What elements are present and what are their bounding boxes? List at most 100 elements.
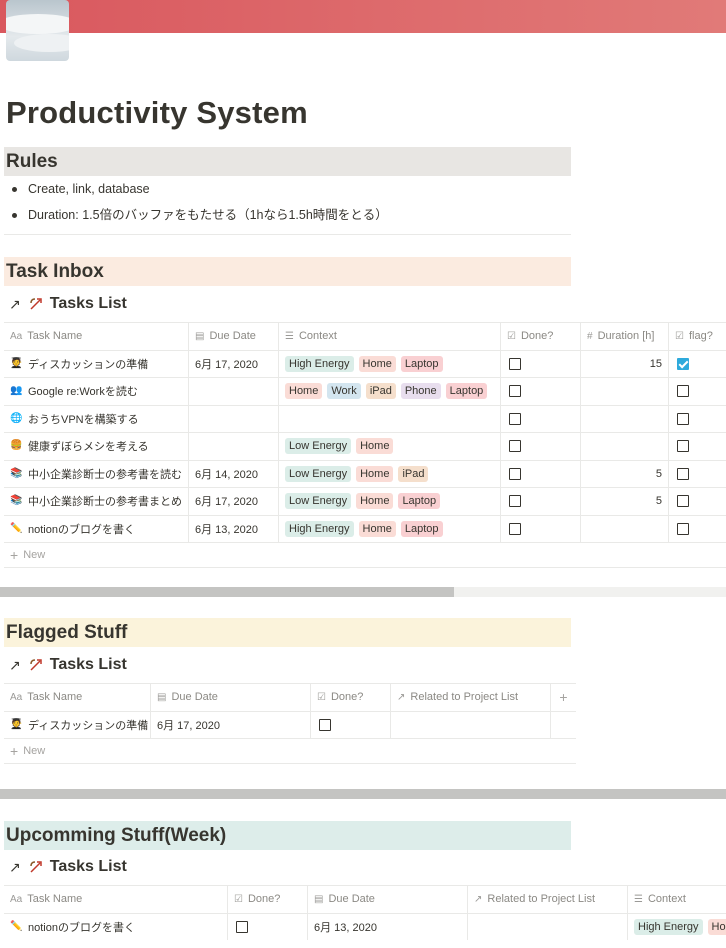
context-tag[interactable]: Home bbox=[356, 493, 394, 510]
due-date-cell[interactable] bbox=[189, 405, 279, 432]
horizontal-scrollbar[interactable] bbox=[0, 789, 726, 799]
flag-cell[interactable] bbox=[669, 378, 726, 405]
column-header-done[interactable]: ☑ Done? bbox=[228, 886, 308, 913]
duration-cell[interactable]: 15 bbox=[581, 350, 669, 377]
inbox-db-title[interactable]: ↗ Tasks List bbox=[9, 295, 127, 313]
context-tag[interactable]: iPad bbox=[398, 465, 429, 482]
flag-checkbox[interactable] bbox=[677, 412, 689, 425]
clouds-icon[interactable] bbox=[6, 0, 69, 61]
task-name-cell[interactable]: 📚 中小企業診断士の参考書を読む bbox=[4, 460, 189, 487]
context-tag[interactable]: Laptop bbox=[400, 355, 443, 372]
table-row[interactable]: 📚 中小企業診断士の参考書を読む 6月 14, 2020 Low Energy Home… bbox=[4, 460, 726, 488]
context-tag[interactable]: Work bbox=[327, 383, 361, 400]
due-date-cell[interactable] bbox=[189, 433, 279, 460]
done-checkbox[interactable] bbox=[509, 412, 521, 425]
done-checkbox[interactable] bbox=[509, 385, 521, 398]
flagged-db-title[interactable]: ↗ Tasks List bbox=[9, 656, 127, 674]
new-row-button[interactable]: + New bbox=[4, 739, 576, 764]
table-row[interactable]: 🧑‍🎓 ディスカッションの準備 6月 17, 2020 High Energy Home… bbox=[4, 350, 726, 378]
flag-checkbox[interactable] bbox=[677, 467, 689, 480]
context-cell[interactable]: Low Energy Home Laptop bbox=[279, 488, 501, 515]
column-header-done[interactable]: ☑ Done? bbox=[501, 323, 581, 350]
new-row-button[interactable]: + New bbox=[4, 543, 726, 568]
column-header-related[interactable]: ↗ Related to Project List bbox=[468, 886, 628, 913]
horizontal-scrollbar[interactable] bbox=[0, 587, 726, 597]
due-date-cell[interactable]: 6月 13, 2020 bbox=[189, 515, 279, 542]
add-column-button[interactable]: + bbox=[551, 684, 576, 711]
column-header-task-name[interactable]: Aa Task Name bbox=[4, 684, 151, 711]
done-cell[interactable] bbox=[501, 378, 581, 405]
context-tag[interactable]: Home bbox=[707, 918, 726, 935]
page-cover[interactable] bbox=[0, 0, 726, 33]
rules-heading[interactable]: Rules bbox=[4, 147, 571, 176]
context-tag[interactable]: Low Energy bbox=[285, 493, 352, 510]
flag-checkbox[interactable] bbox=[677, 495, 689, 508]
context-tag[interactable]: Low Energy bbox=[285, 438, 352, 455]
column-header-task-name[interactable]: Aa Task Name bbox=[4, 886, 228, 913]
context-tag[interactable]: Laptop bbox=[445, 383, 488, 400]
done-checkbox[interactable] bbox=[236, 920, 248, 933]
done-cell[interactable] bbox=[501, 515, 581, 542]
context-cell[interactable]: Home Work iPad Phone Laptop bbox=[279, 378, 501, 405]
done-checkbox[interactable] bbox=[319, 718, 331, 731]
context-cell[interactable]: High Energy Home Laptop bbox=[279, 350, 501, 377]
done-cell[interactable] bbox=[501, 350, 581, 377]
upcoming-db-title[interactable]: ↗ Tasks List bbox=[9, 858, 127, 876]
column-header-flag[interactable]: ☑ flag? bbox=[669, 323, 726, 350]
context-cell[interactable]: High Energy Home Laptop bbox=[279, 515, 501, 542]
task-name-cell[interactable]: 📚 中小企業診断士の参考書まとめ bbox=[4, 488, 189, 515]
context-tag[interactable]: High Energy bbox=[285, 355, 354, 372]
related-cell[interactable] bbox=[468, 913, 628, 940]
table-row[interactable]: 📚 中小企業診断士の参考書まとめ 6月 17, 2020 Low Energy Home… bbox=[4, 488, 726, 516]
duration-cell[interactable] bbox=[581, 405, 669, 432]
context-tag[interactable]: High Energy bbox=[285, 520, 354, 537]
table-row[interactable]: ✏️ notionのブログを書く 6月 13, 2020 High Energy Hom… bbox=[4, 515, 726, 543]
flag-checkbox[interactable] bbox=[677, 357, 689, 370]
duration-cell[interactable]: 5 bbox=[581, 460, 669, 487]
table-row[interactable]: 🧑‍🎓 ディスカッションの準備 6月 17, 2020 bbox=[4, 711, 576, 739]
flag-cell[interactable] bbox=[669, 406, 726, 433]
context-tag[interactable]: Home bbox=[358, 355, 396, 372]
context-tag[interactable]: Home bbox=[356, 465, 394, 482]
upcoming-heading[interactable]: Upcomming Stuff(Week) bbox=[4, 821, 571, 850]
done-cell[interactable] bbox=[501, 488, 581, 515]
due-date-cell[interactable] bbox=[189, 378, 279, 405]
task-name-cell[interactable]: ✏️ notionのブログを書く bbox=[4, 913, 228, 940]
task-name-cell[interactable]: 🧑‍🎓 ディスカッションの準備 bbox=[4, 350, 189, 377]
duration-cell[interactable] bbox=[581, 378, 669, 405]
inbox-heading[interactable]: Task Inbox bbox=[4, 257, 571, 286]
column-header-done[interactable]: ☑ Done? bbox=[311, 684, 391, 711]
done-cell[interactable] bbox=[228, 913, 308, 940]
flag-checkbox[interactable] bbox=[677, 385, 689, 398]
flag-cell[interactable] bbox=[669, 461, 726, 488]
column-header-task-name[interactable]: Aa Task Name bbox=[4, 323, 189, 350]
flag-checkbox[interactable] bbox=[677, 522, 689, 535]
column-header-due-date[interactable]: ▤ Due Date bbox=[189, 323, 279, 350]
context-cell[interactable] bbox=[279, 405, 501, 432]
context-tag[interactable]: iPad bbox=[365, 383, 396, 400]
context-tag[interactable]: Laptop bbox=[400, 520, 443, 537]
done-checkbox[interactable] bbox=[509, 467, 521, 480]
context-tag[interactable]: Phone bbox=[400, 383, 441, 400]
task-name-cell[interactable]: 🍔 健康ずぼらメシを考える bbox=[4, 433, 189, 460]
column-header-context[interactable]: ☰ Context bbox=[628, 886, 726, 913]
context-tag[interactable]: Home bbox=[358, 520, 396, 537]
done-checkbox[interactable] bbox=[509, 495, 521, 508]
context-cell[interactable]: Low Energy Home iPad bbox=[279, 460, 501, 487]
duration-cell[interactable] bbox=[581, 515, 669, 542]
context-tag[interactable]: High Energy bbox=[634, 918, 703, 935]
table-row[interactable]: ✏️ notionのブログを書く 6月 13, 2020 High Energy H… bbox=[4, 913, 726, 940]
rule-bullet[interactable]: Duration: 1.5倍のバッファをもたせる（1hなら1.5h時間をとる） bbox=[12, 207, 572, 233]
due-date-cell[interactable]: 6月 13, 2020 bbox=[308, 913, 468, 940]
done-checkbox[interactable] bbox=[509, 522, 521, 535]
related-cell[interactable] bbox=[391, 711, 551, 738]
flag-cell[interactable] bbox=[669, 433, 726, 460]
column-header-due-date[interactable]: ▤ Due Date bbox=[308, 886, 468, 913]
context-tag[interactable]: Home bbox=[285, 383, 323, 400]
duration-cell[interactable]: 5 bbox=[581, 488, 669, 515]
context-tag[interactable]: Laptop bbox=[398, 493, 441, 510]
duration-cell[interactable] bbox=[581, 433, 669, 460]
due-date-cell[interactable]: 6月 17, 2020 bbox=[189, 350, 279, 377]
done-cell[interactable] bbox=[311, 711, 391, 738]
context-tag[interactable]: Home bbox=[356, 438, 394, 455]
